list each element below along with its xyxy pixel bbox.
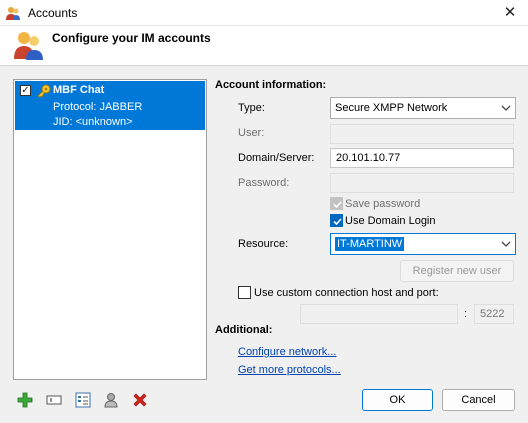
domain-field[interactable]: 20.101.10.77	[330, 148, 514, 168]
account-list[interactable]: ✓ MBF Chat Protocol: JABBER JID: <unknow…	[13, 79, 207, 380]
user-field[interactable]	[330, 124, 514, 144]
checkmark-icon	[333, 218, 342, 226]
custom-host-field[interactable]	[300, 304, 458, 324]
type-select[interactable]: Secure XMPP Network	[330, 97, 516, 119]
type-value: Secure XMPP Network	[335, 102, 448, 114]
accounts-header-icon	[14, 32, 43, 60]
rename-icon[interactable]	[45, 391, 63, 409]
ok-button[interactable]: OK	[362, 389, 433, 411]
password-label: Password:	[238, 177, 290, 189]
account-enabled-checkbox[interactable]: ✓	[20, 85, 31, 96]
use-domain-login-label: Use Domain Login	[345, 215, 436, 227]
checkmark-icon	[333, 201, 342, 209]
save-password-label: Save password	[345, 198, 421, 210]
port-separator: :	[464, 308, 468, 320]
configure-network-link[interactable]: Configure network...	[238, 346, 336, 358]
password-field[interactable]	[330, 173, 514, 193]
chevron-down-icon	[501, 105, 511, 111]
dialog-header: Configure your IM accounts	[0, 26, 528, 66]
save-password-checkbox[interactable]	[330, 197, 343, 210]
window-title: Accounts	[28, 6, 78, 20]
type-label: Type:	[238, 102, 265, 114]
user-label: User:	[238, 127, 265, 139]
chevron-down-icon	[501, 241, 511, 247]
user-icon[interactable]	[102, 391, 120, 409]
list-item[interactable]: ✓ MBF Chat Protocol: JABBER JID: <unknow…	[15, 81, 205, 130]
cancel-button[interactable]: Cancel	[442, 389, 515, 411]
title-bar: Accounts ✕	[0, 0, 528, 26]
resource-label: Resource:	[238, 238, 289, 250]
use-domain-login-checkbox[interactable]	[330, 214, 343, 227]
accounts-app-icon	[6, 7, 20, 20]
account-protocol: Protocol: JABBER	[53, 101, 143, 113]
page-title: Configure your IM accounts	[52, 31, 211, 45]
delete-icon[interactable]	[131, 391, 149, 409]
account-information-heading: Account information:	[215, 79, 327, 91]
close-icon[interactable]: ✕	[492, 0, 528, 26]
get-more-protocols-link[interactable]: Get more protocols...	[238, 364, 341, 376]
domain-label: Domain/Server:	[238, 152, 315, 164]
register-new-user-button[interactable]: Register new user	[400, 260, 514, 282]
account-name: MBF Chat	[53, 84, 105, 96]
add-icon[interactable]	[16, 391, 34, 409]
key-icon	[37, 84, 51, 98]
additional-heading: Additional:	[215, 324, 273, 336]
custom-port-field[interactable]: 5222	[474, 304, 514, 324]
properties-icon[interactable]	[74, 391, 92, 409]
account-jid: JID: <unknown>	[53, 116, 133, 128]
custom-connection-checkbox[interactable]	[238, 286, 251, 299]
resource-value: IT-MARTINW	[335, 237, 405, 251]
resource-select[interactable]: IT-MARTINW	[330, 233, 516, 255]
custom-connection-label: Use custom connection host and port:	[254, 287, 439, 299]
